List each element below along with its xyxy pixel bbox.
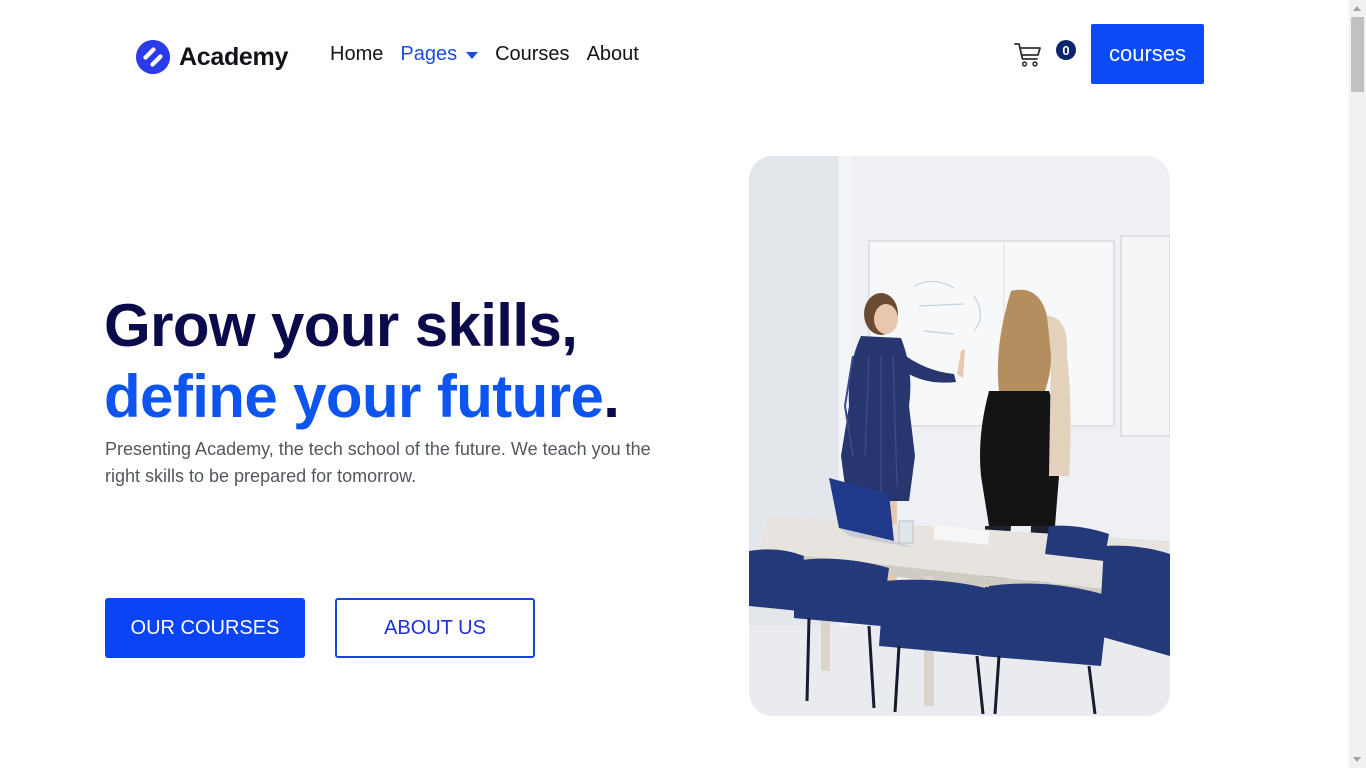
page: Academy Home Pages Courses About 0 cours…	[0, 0, 1366, 768]
hero-title: Grow your skills, define your future.	[104, 290, 620, 432]
scroll-up-arrow-icon[interactable]	[1353, 6, 1361, 11]
nav-item-courses[interactable]: Courses	[495, 43, 569, 66]
vertical-scrollbar[interactable]	[1349, 0, 1366, 768]
hero-image	[749, 156, 1170, 716]
hero-description: Presenting Academy, the tech school of t…	[105, 439, 651, 486]
scroll-thumb[interactable]	[1351, 17, 1364, 92]
chevron-down-icon	[466, 52, 479, 59]
hero-title-line2: define your future	[104, 363, 604, 430]
main-nav: Home Pages Courses About	[330, 43, 656, 66]
about-us-button[interactable]: ABOUT US	[335, 598, 535, 658]
logo-icon	[136, 40, 170, 74]
nav-item-pages[interactable]: Pages	[400, 43, 479, 66]
nav-item-pages-label: Pages	[400, 43, 458, 65]
courses-header-button[interactable]: courses	[1091, 24, 1204, 84]
scroll-down-arrow-icon[interactable]	[1353, 757, 1361, 762]
cart-icon[interactable]	[1014, 40, 1042, 68]
hero-title-line1: Grow your skills,	[104, 292, 578, 359]
team-meeting-photo	[749, 156, 1170, 716]
brand-name: Academy	[179, 42, 289, 71]
nav-item-about[interactable]: About	[587, 43, 639, 66]
hero-title-dot: .	[603, 363, 620, 430]
nav-item-home[interactable]: Home	[330, 43, 383, 66]
brand-logo[interactable]: Academy	[136, 40, 288, 74]
cart-count-badge: 0	[1056, 40, 1076, 60]
our-courses-button[interactable]: OUR COURSES	[105, 598, 305, 658]
